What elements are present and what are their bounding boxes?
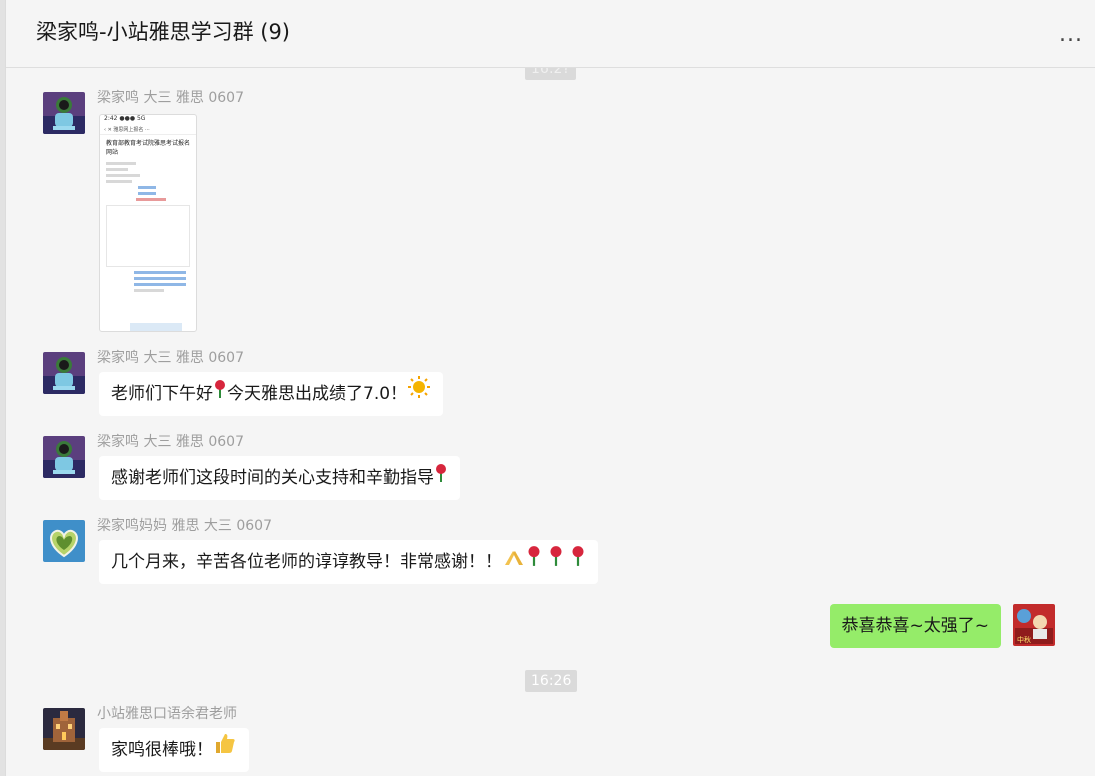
chat-header: 梁家鸣-小站雅思学习群 (9) ... bbox=[6, 0, 1095, 68]
time-divider-partial: 16:2? bbox=[525, 68, 576, 80]
avatar-liangjiaming[interactable] bbox=[43, 352, 85, 394]
rose-icon bbox=[213, 372, 227, 416]
image-message-thumbnail[interactable]: 2:42 ●●● 5G ‹ ✕ 雅思网上报名 ··· 教育部教育考试院雅思考试报… bbox=[99, 114, 197, 332]
time-divider: 16:26 bbox=[525, 670, 578, 692]
avatar-liangjiaming[interactable] bbox=[43, 436, 85, 478]
more-options-button[interactable]: ... bbox=[1059, 22, 1083, 47]
message-text: 感谢老师们这段时间的关心支持和辛勤指导 bbox=[111, 468, 434, 488]
message-text: 几个月来，辛苦各位老师的谆谆教导！非常感谢！！ bbox=[111, 552, 502, 572]
message-bubble[interactable]: 家鸣很棒哦！ bbox=[99, 728, 249, 772]
chat-title: 梁家鸣-小站雅思学习群 (9) bbox=[36, 20, 290, 44]
message-text: 今天雅思出成绩了7.0！ bbox=[227, 384, 408, 404]
message-bubble[interactable]: 几个月来，辛苦各位老师的谆谆教导！非常感谢！！ bbox=[99, 540, 598, 584]
sun-icon bbox=[407, 372, 431, 416]
rose-icon bbox=[548, 540, 564, 584]
rose-icon bbox=[570, 540, 586, 584]
avatar-teacher-yujun[interactable] bbox=[43, 708, 85, 750]
sender-name: 梁家鸣 大三 雅思 0607 bbox=[97, 90, 244, 106]
message-text: 恭喜恭喜~太强了~ bbox=[841, 616, 990, 636]
folded-hands-icon bbox=[502, 540, 526, 584]
sender-name: 梁家鸣 大三 雅思 0607 bbox=[97, 434, 244, 450]
message-bubble[interactable]: 感谢老师们这段时间的关心支持和辛勤指导 bbox=[99, 456, 460, 500]
message-bubble[interactable]: 老师们下午好 今天雅思出成绩了7.0！ bbox=[99, 372, 444, 416]
sender-name: 梁家鸣 大三 雅思 0607 bbox=[97, 350, 244, 366]
svg-text:中秋: 中秋 bbox=[1017, 635, 1031, 644]
thumbs-up-icon bbox=[213, 728, 237, 772]
my-avatar[interactable]: 中秋 bbox=[1013, 604, 1055, 646]
chat-area[interactable]: 梁家鸣 大三 雅思 0607 2:42 ●●● 5G ‹ ✕ 雅思网上报名 ··… bbox=[6, 68, 1095, 776]
avatar-liangjiaming[interactable] bbox=[43, 92, 85, 134]
sender-name: 小站雅思口语余君老师 bbox=[97, 706, 237, 722]
my-message-bubble[interactable]: 恭喜恭喜~太强了~ bbox=[829, 604, 1001, 648]
image-caption: 教育部教育考试院雅思考试报名网站 bbox=[106, 140, 191, 156]
message-text: 老师们下午好 bbox=[111, 384, 213, 404]
avatar-liangjiaming-mom[interactable] bbox=[43, 520, 85, 562]
rose-icon bbox=[434, 456, 448, 500]
message-text: 家鸣很棒哦！ bbox=[111, 740, 213, 760]
rose-icon bbox=[526, 540, 542, 584]
sender-name: 梁家鸣妈妈 雅思 大三 0607 bbox=[97, 518, 272, 534]
